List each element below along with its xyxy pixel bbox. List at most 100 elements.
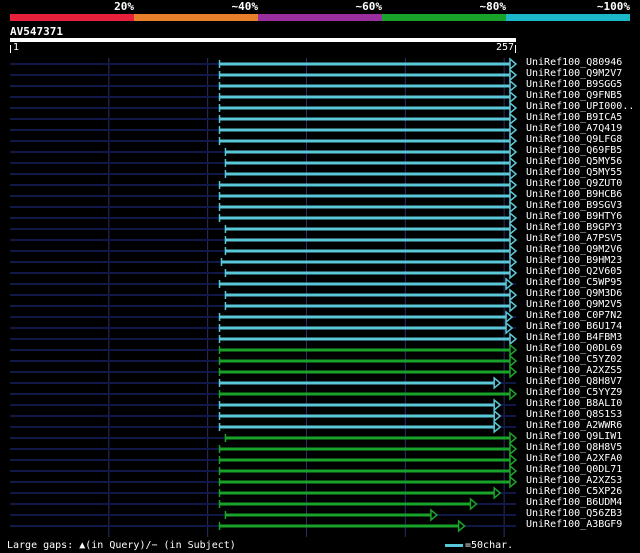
hit-row[interactable] <box>10 57 518 71</box>
hit-label[interactable]: UniRef100_B9HTY6 <box>526 211 622 222</box>
hit-label[interactable]: UniRef100_Q9LIW1 <box>526 431 622 442</box>
hit-label[interactable]: UniRef100_C5YZ02 <box>526 354 622 365</box>
hit-label[interactable]: UniRef100_B9GPY3 <box>526 222 622 233</box>
hit-row[interactable] <box>10 244 518 258</box>
hit-label[interactable]: UniRef100_B9HCB6 <box>526 189 622 200</box>
hit-label[interactable]: UniRef100_Q8S1S3 <box>526 409 622 420</box>
hit-row[interactable] <box>10 376 516 390</box>
hit-row[interactable] <box>10 255 518 269</box>
hit-label[interactable]: UniRef100_Q80946 <box>526 57 622 68</box>
hit-row[interactable] <box>10 288 518 302</box>
hit-row[interactable] <box>10 211 518 225</box>
hit-label[interactable]: UniRef100_B9ICA5 <box>526 112 622 123</box>
hit-label[interactable]: UniRef100_B4FBM3 <box>526 332 622 343</box>
hit-row[interactable] <box>10 145 518 159</box>
hit-row[interactable] <box>10 398 516 412</box>
hit-label[interactable]: UniRef100_UPI000.. <box>526 101 634 112</box>
hit-label[interactable]: UniRef100_Q5MY56 <box>526 156 622 167</box>
hit-row[interactable] <box>10 277 516 291</box>
hit-arrow-icon <box>509 442 518 456</box>
hit-label[interactable]: UniRef100_Q9M2V7 <box>526 68 622 79</box>
hit-row[interactable] <box>10 508 516 522</box>
hit-row[interactable] <box>10 519 516 533</box>
hit-row[interactable] <box>10 442 518 456</box>
hit-label[interactable]: UniRef100_A7PSV5 <box>526 233 622 244</box>
hit-row[interactable] <box>10 299 518 313</box>
hit-row[interactable] <box>10 79 518 93</box>
hit-row[interactable] <box>10 233 518 247</box>
hit-row[interactable] <box>10 354 518 368</box>
hit-label[interactable]: UniRef100_Q9M2V6 <box>526 244 622 255</box>
hit-label[interactable]: UniRef100_Q8H8V7 <box>526 376 622 387</box>
hit-row[interactable] <box>10 365 518 379</box>
hit-label[interactable]: UniRef100_B9SGV3 <box>526 200 622 211</box>
hit-label[interactable]: UniRef100_C0P7N2 <box>526 310 622 321</box>
hit-label[interactable]: UniRef100_Q9FNB5 <box>526 90 622 101</box>
hit-arrow-icon <box>509 266 518 280</box>
hit-arrow-icon <box>509 189 518 203</box>
hit-row[interactable] <box>10 486 516 500</box>
hit-label[interactable]: UniRef100_Q9M3D6 <box>526 288 622 299</box>
hit-row[interactable] <box>10 90 518 104</box>
hit-arrow-icon <box>457 519 466 533</box>
hit-row[interactable] <box>10 123 518 137</box>
hit-row[interactable] <box>10 112 518 126</box>
hit-label[interactable]: UniRef100_A2XFA0 <box>526 453 622 464</box>
hit-row[interactable] <box>10 409 516 423</box>
hit-label[interactable]: UniRef100_A2WWR6 <box>526 420 622 431</box>
hit-row[interactable] <box>10 475 518 489</box>
hit-label[interactable]: UniRef100_Q5MY55 <box>526 167 622 178</box>
hit-arrow-icon <box>509 475 518 489</box>
hit-row[interactable] <box>10 420 516 434</box>
hit-arrow-icon <box>493 409 502 423</box>
hit-row[interactable] <box>10 497 516 511</box>
hit-row[interactable] <box>10 464 518 478</box>
hit-row[interactable] <box>10 134 518 148</box>
hit-row[interactable] <box>10 431 518 445</box>
hit-label[interactable]: UniRef100_B6UDM4 <box>526 497 622 508</box>
hit-row[interactable] <box>10 68 518 82</box>
hit-label[interactable]: UniRef100_C5YYZ9 <box>526 387 622 398</box>
hit-label[interactable]: UniRef100_B6U174 <box>526 321 622 332</box>
hit-label[interactable]: UniRef100_C5XP26 <box>526 486 622 497</box>
hit-arrow-icon <box>493 486 502 500</box>
hit-label[interactable]: UniRef100_Q56ZB3 <box>526 508 622 519</box>
hit-row[interactable] <box>10 178 518 192</box>
hit-row[interactable] <box>10 387 518 401</box>
hit-row[interactable] <box>10 266 518 280</box>
hit-label[interactable]: UniRef100_Q9LFG8 <box>526 134 622 145</box>
hit-label[interactable]: UniRef100_A3BGF9 <box>526 519 622 530</box>
hit-arrow-icon <box>509 123 518 137</box>
hit-arrow-icon <box>509 431 518 445</box>
hit-arrow-icon <box>509 57 518 71</box>
hit-label[interactable]: UniRef100_C5WP95 <box>526 277 622 288</box>
hit-label[interactable]: UniRef100_Q9M2V5 <box>526 299 622 310</box>
hit-row[interactable] <box>10 200 518 214</box>
hit-label[interactable]: UniRef100_B9SGG5 <box>526 79 622 90</box>
scale-key-swatch <box>445 544 463 547</box>
hit-label[interactable]: UniRef100_A2XZS5 <box>526 365 622 376</box>
hit-label[interactable]: UniRef100_B9HM23 <box>526 255 622 266</box>
hit-label[interactable]: UniRef100_Q0DL69 <box>526 343 622 354</box>
hit-label[interactable]: UniRef100_B8ALI0 <box>526 398 622 409</box>
hit-row[interactable] <box>10 343 518 357</box>
hit-row[interactable] <box>10 189 518 203</box>
hit-row[interactable] <box>10 453 518 467</box>
hit-label[interactable]: UniRef100_A7Q419 <box>526 123 622 134</box>
hit-row[interactable] <box>10 332 518 346</box>
hit-label[interactable]: UniRef100_Q2V605 <box>526 266 622 277</box>
hit-label[interactable]: UniRef100_Q8H8V5 <box>526 442 622 453</box>
hit-label[interactable]: UniRef100_Q9ZUT0 <box>526 178 622 189</box>
hit-label[interactable]: UniRef100_Q0DL71 <box>526 464 622 475</box>
hit-row[interactable] <box>10 310 516 324</box>
hit-arrow-icon <box>493 376 502 390</box>
hit-label[interactable]: UniRef100_Q69FB5 <box>526 145 622 156</box>
hit-row[interactable] <box>10 167 518 181</box>
hit-row[interactable] <box>10 222 518 236</box>
hit-row[interactable] <box>10 156 518 170</box>
hit-arrow-icon <box>509 453 518 467</box>
hit-label[interactable]: UniRef100_A2XZS3 <box>526 475 622 486</box>
hit-row[interactable] <box>10 321 516 335</box>
scale-key: =50char. <box>445 540 513 551</box>
hit-row[interactable] <box>10 101 518 115</box>
